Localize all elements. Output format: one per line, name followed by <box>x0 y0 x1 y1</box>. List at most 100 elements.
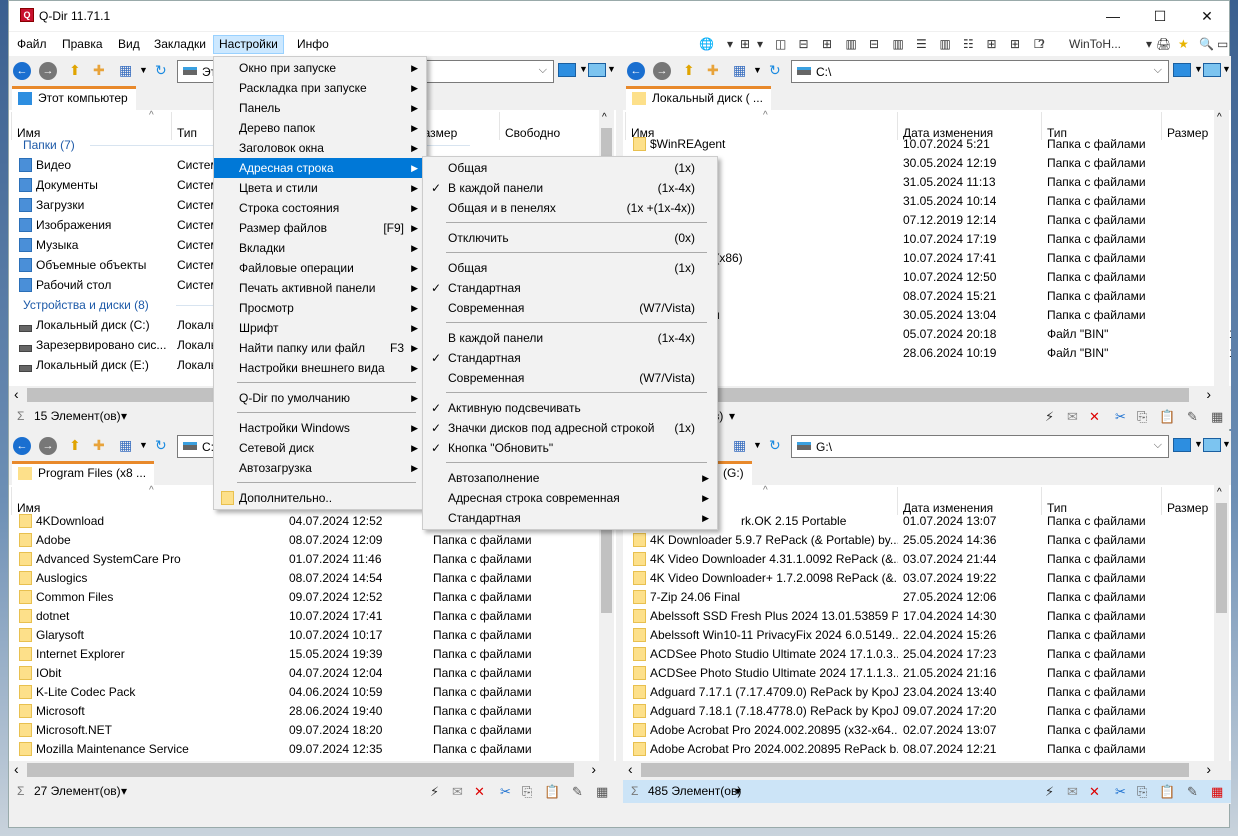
new-folder-icon[interactable]: ✚ <box>93 62 105 78</box>
scroll-right-icon[interactable]: › <box>1206 761 1211 777</box>
menu-item[interactable]: Современная (W7/Vista) <box>423 298 717 318</box>
menu-item[interactable]: Размер файлов [F9] ▶ <box>214 218 426 238</box>
quick-action-icon[interactable]: ⚡ <box>430 780 439 803</box>
layout-preset-icon[interactable]: ☷ <box>963 36 974 52</box>
list-item[interactable]: Adobe Acrobat Pro 2024.002.20895 (x32-x6… <box>623 721 1215 740</box>
forward-button[interactable]: → <box>39 62 57 80</box>
menu-item[interactable]: Шрифт ▶ <box>214 318 426 338</box>
address-text[interactable]: G:\ <box>816 440 832 454</box>
menu-item[interactable]: Печать активной панели ▶ <box>214 278 426 298</box>
view-mode-icon[interactable]: ▦ <box>733 437 746 453</box>
menu-edit[interactable]: Правка <box>57 35 108 54</box>
address-dropdown-icon[interactable]: ⌵ <box>1154 64 1162 77</box>
menu-item[interactable]: Отключить (0x) <box>423 228 717 248</box>
dropdown-arrow-icon[interactable]: ▼ <box>607 64 616 74</box>
dropdown-arrow-icon[interactable]: ▼ <box>1194 64 1203 74</box>
cut-icon[interactable]: ✂ <box>500 780 511 803</box>
vertical-scrollbar[interactable]: ^ <box>1214 110 1229 386</box>
menu-item[interactable]: Заголовок окна ▶ <box>214 138 426 158</box>
list-item[interactable]: 4K Video Downloader 4.31.1.0092 RePack (… <box>623 550 1215 569</box>
column-divider[interactable] <box>897 487 898 515</box>
address-text[interactable]: C:\ <box>816 65 831 79</box>
favorites-star-icon[interactable]: ★ <box>1178 36 1189 52</box>
list-item[interactable]: 7-Zip 24.06 Final 27.05.2024 12:06 Папка с… <box>623 588 1215 607</box>
dropdown-arrow-icon[interactable]: ▾ <box>757 36 763 52</box>
scrollbar-thumb[interactable] <box>27 763 574 777</box>
list-item[interactable]: IObit 04.07.2024 12:04 Папка с файлами <box>9 664 600 683</box>
menu-item[interactable]: Автозаполнение ▶ <box>423 468 717 488</box>
scroll-right-icon[interactable]: › <box>1206 386 1211 402</box>
monitor-icon[interactable] <box>1203 63 1221 77</box>
list-item[interactable]: Adobe 08.07.2024 12:09 Папка с файлами <box>9 531 600 550</box>
list-item[interactable]: Mozilla Maintenance Service 09.07.2024 12… <box>9 740 600 759</box>
panel-tab[interactable]: Program Files (x8 ... <box>12 461 155 485</box>
refresh-icon[interactable]: ↻ <box>769 437 781 453</box>
menu-item[interactable]: Строка состояния ▶ <box>214 198 426 218</box>
list-item[interactable]: ACDSee Photo Studio Ultimate 2024 17.1.1… <box>623 664 1215 683</box>
monitor-icon[interactable] <box>1203 438 1221 452</box>
dropdown-arrow-icon[interactable]: ▾ <box>1146 36 1152 52</box>
back-button[interactable]: ← <box>13 437 31 455</box>
list-item[interactable]: Adguard 7.17.1 (7.17.4709.0) RePack by K… <box>623 683 1215 702</box>
item-count[interactable]: 27 Элемент(ов) <box>34 780 121 803</box>
panel-layout-icon[interactable] <box>1173 63 1191 77</box>
cut-icon[interactable]: ✂ <box>1115 780 1126 803</box>
rename-icon[interactable]: ✎ <box>1187 405 1198 428</box>
dropdown-arrow-icon[interactable]: ▼ <box>1222 64 1231 74</box>
layout-preset-icon[interactable]: ▥ <box>846 36 857 52</box>
list-item[interactable]: Internet Explorer 15.05.2024 19:39 Папка с… <box>9 645 600 664</box>
delete-icon[interactable]: ✕ <box>474 780 485 803</box>
menu-item[interactable]: Общая (1x) <box>423 158 717 178</box>
dropdown-arrow-icon[interactable]: ▼ <box>1194 439 1203 449</box>
copy-icon[interactable]: ⎘ <box>1137 780 1147 803</box>
list-item[interactable]: K-Lite Codec Pack 04.06.2024 10:59 Папка с… <box>9 683 600 702</box>
menu-settings[interactable]: Настройки <box>213 35 284 54</box>
forward-button[interactable]: → <box>653 62 671 80</box>
scrollbar-thumb[interactable] <box>641 763 1189 777</box>
layout-preset-icon[interactable]: ▥ <box>893 36 904 52</box>
list-item[interactable]: 4K Downloader 5.9.7 RePack (& Portable) … <box>623 531 1215 550</box>
layout-icon[interactable]: ⊞ <box>740 36 750 52</box>
menu-info[interactable]: Инфо <box>292 35 334 54</box>
scroll-up-icon[interactable]: ^ <box>602 112 607 123</box>
refresh-icon[interactable]: ↻ <box>155 437 167 453</box>
delete-icon[interactable]: ✕ <box>1089 405 1100 428</box>
view-dropdown-icon[interactable]: ▼ <box>139 437 148 453</box>
email-icon[interactable]: ✉ <box>452 780 463 803</box>
menu-item[interactable]: Просмотр ▶ <box>214 298 426 318</box>
list-item[interactable]: Auslogics 08.07.2024 14:54 Папка с файлами <box>9 569 600 588</box>
layout-preset-icon[interactable]: ⊞ <box>822 36 832 52</box>
count-dropdown-icon[interactable]: ▾ <box>121 405 127 428</box>
menu-item[interactable]: Общая (1x) <box>423 258 717 278</box>
list-item[interactable]: Common Files 09.07.2024 12:52 Папка с файл… <box>9 588 600 607</box>
scrollbar-thumb[interactable] <box>1216 503 1227 613</box>
list-item[interactable]: Microsoft.NET 09.07.2024 18:20 Папка с фай… <box>9 721 600 740</box>
menu-item[interactable]: Окно при запуске ▶ <box>214 58 426 78</box>
layout-preset-icon[interactable]: ◫ <box>775 36 786 52</box>
globe-icon[interactable]: 🌐 <box>699 36 714 52</box>
menu-item[interactable]: Сетевой диск ▶ <box>214 438 426 458</box>
menu-item[interactable]: В каждой панели (1x-4x) <box>423 328 717 348</box>
paste-icon[interactable]: 📋 <box>1159 780 1175 803</box>
copy-icon[interactable]: ⎘ <box>522 780 532 803</box>
menu-item[interactable]: Найти папку или файл F3 ▶ <box>214 338 426 358</box>
new-folder-icon[interactable]: ✚ <box>707 62 719 78</box>
dropdown-arrow-icon[interactable]: ▼ <box>1222 439 1231 449</box>
view-dropdown-icon[interactable]: ▼ <box>753 62 762 78</box>
panel-layout-icon[interactable] <box>1173 438 1191 452</box>
back-button[interactable]: ← <box>13 62 31 80</box>
address-bar[interactable]: C:\ ⌵ <box>791 60 1169 83</box>
horizontal-scrollbar[interactable]: ‹› <box>623 761 1231 779</box>
layout-preset-icon[interactable]: ⊞ <box>1010 36 1020 52</box>
layout-preset-icon[interactable]: ▥ <box>940 36 951 52</box>
view-mode-icon[interactable]: ▦ <box>733 62 746 78</box>
dropdown-arrow-icon[interactable]: ▼ <box>579 64 588 74</box>
list-item[interactable]: Microsoft 28.06.2024 19:40 Папка с файлами <box>9 702 600 721</box>
minimize-button[interactable]: — <box>1090 1 1136 31</box>
menu-item[interactable]: Современная (W7/Vista) <box>423 368 717 388</box>
list-item[interactable]: 4K Video Downloader+ 1.7.2.0098 RePack (… <box>623 569 1215 588</box>
rename-icon[interactable]: ✎ <box>1187 780 1198 803</box>
count-dropdown-icon[interactable]: ▾ <box>735 780 741 803</box>
zoom-icon[interactable]: 🔍 <box>1199 36 1214 52</box>
paste-icon[interactable]: 📋 <box>544 780 560 803</box>
